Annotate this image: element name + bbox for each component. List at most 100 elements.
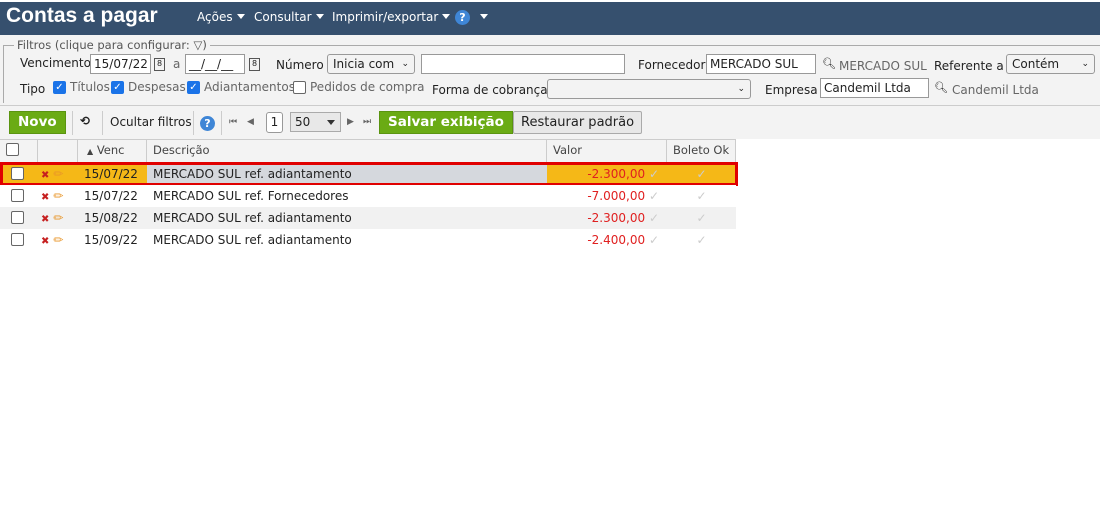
select-all-checkbox[interactable] [6, 143, 19, 156]
funnel-icon[interactable]: ▽ [193, 38, 202, 52]
header-descricao[interactable]: Descrição [147, 139, 547, 162]
chevron-down-icon: ⌄ [401, 59, 409, 69]
descricao-cell: MERCADO SUL ref. adiantamento [153, 233, 352, 247]
help-icon: ? [455, 10, 470, 25]
header-boleto[interactable]: Boleto Ok [667, 139, 736, 162]
menu-consultar[interactable]: Consultar [254, 10, 324, 24]
pedidos-checkbox[interactable] [293, 81, 306, 94]
divider [221, 111, 222, 135]
page-input[interactable]: 1 [266, 112, 283, 133]
help-icon[interactable]: ? [200, 116, 215, 131]
row-checkbox-cell [0, 185, 38, 207]
first-page-icon[interactable]: ⏮ [229, 117, 237, 127]
header-actions [38, 139, 78, 162]
vencimento-to-input[interactable]: __/__/__ [185, 54, 245, 74]
select-value: Contém [1012, 57, 1060, 71]
check-icon: ✓ [696, 211, 707, 225]
refresh-icon[interactable]: ⟲ [80, 114, 90, 128]
sort-asc-icon: ▲ [87, 147, 94, 156]
valor-cell: -2.300,00 ✓ [547, 207, 667, 229]
calendar-icon[interactable]: 8 [249, 58, 260, 71]
divider [193, 111, 194, 135]
check-icon: ✓ [696, 189, 707, 203]
caret-down-icon [236, 14, 245, 19]
filters-legend[interactable]: Filtros (clique para configurar: ▽) [14, 38, 210, 52]
titulos-label: Títulos [70, 80, 110, 94]
tipo-label: Tipo [20, 82, 46, 96]
boleto-cell[interactable]: ✓ [667, 207, 736, 229]
legend-end: ) [202, 38, 207, 52]
delete-icon[interactable]: ✖ [41, 214, 49, 225]
search-icon[interactable]: 🔍︎ [934, 81, 948, 94]
restaurar-padrao-button[interactable]: Restaurar padrão [513, 111, 643, 134]
delete-icon[interactable]: ✖ [41, 192, 49, 203]
last-page-icon[interactable]: ⏭ [363, 117, 371, 127]
numero-mode-select[interactable]: Inicia com ⌄ [327, 54, 415, 74]
edit-pencil-icon[interactable]: ✏ [53, 233, 63, 247]
a-label: a [173, 57, 181, 71]
check-icon: ✓ [696, 233, 707, 247]
table-row[interactable]: ✖ ✏ 15/09/22 MERCADO SUL ref. adiantamen… [0, 229, 736, 251]
adiantamentos-label: Adiantamentos [204, 80, 295, 94]
next-page-icon[interactable]: ▶ [347, 117, 354, 127]
row-actions: ✖ ✏ [38, 207, 78, 229]
help-menu[interactable]: ? [455, 10, 488, 25]
fornecedor-input[interactable]: MERCADO SUL [706, 54, 816, 74]
valor-cell: -7.000,00 ✓ [547, 185, 667, 207]
novo-button[interactable]: Novo [9, 111, 66, 134]
selection-highlight [0, 162, 738, 186]
caret-down-icon [442, 14, 451, 19]
edit-pencil-icon[interactable]: ✏ [53, 189, 63, 203]
header-valor[interactable]: Valor [547, 139, 667, 162]
divider [102, 111, 103, 135]
row-checkbox[interactable] [11, 211, 24, 224]
menu-label: Ações [197, 10, 233, 24]
page-size-select[interactable]: 50 [290, 112, 341, 132]
numero-label: Número [276, 58, 324, 72]
vencimento-label: Vencimento [20, 56, 91, 70]
boleto-cell[interactable]: ✓ [667, 185, 736, 207]
edit-pencil-icon[interactable]: ✏ [53, 211, 63, 225]
boleto-cell[interactable]: ✓ [667, 229, 736, 251]
caret-down-icon [315, 14, 324, 19]
row-actions: ✖ ✏ [38, 229, 78, 251]
menu-label: Imprimir/exportar [332, 10, 439, 24]
delete-icon[interactable]: ✖ [41, 236, 49, 247]
numero-input[interactable] [421, 54, 625, 74]
menu-imprimir-exportar[interactable]: Imprimir/exportar [332, 10, 451, 24]
table-row[interactable]: ✖ ✏ 15/08/22 MERCADO SUL ref. adiantamen… [0, 207, 736, 229]
titulos-checkbox[interactable]: ✓ [53, 81, 66, 94]
salvar-exibicao-button[interactable]: Salvar exibição [379, 111, 513, 134]
row-checkbox-cell [0, 229, 38, 251]
menu-label: Consultar [254, 10, 312, 24]
row-checkbox-cell [0, 207, 38, 229]
prev-page-icon[interactable]: ◀ [247, 117, 254, 127]
referente-select[interactable]: Contém ⌄ [1006, 54, 1095, 74]
check-icon: ✓ [648, 189, 659, 203]
venc-cell: 15/08/22 [78, 207, 147, 229]
forma-select[interactable]: ⌄ [547, 79, 751, 99]
valor-value: -2.300,00 [587, 211, 646, 225]
valor-value: -2.400,00 [587, 233, 646, 247]
vencimento-from-input[interactable]: 15/07/22 [90, 54, 151, 74]
header-select-all[interactable] [0, 139, 38, 162]
adiantamentos-checkbox[interactable]: ✓ [187, 81, 200, 94]
venc-cell: 15/07/22 [78, 185, 147, 207]
despesas-checkbox[interactable]: ✓ [111, 81, 124, 94]
row-actions: ✖ ✏ [38, 185, 78, 207]
row-checkbox[interactable] [11, 233, 24, 246]
menu-acoes[interactable]: Ações [197, 10, 245, 24]
check-icon: ✓ [648, 211, 659, 225]
row-checkbox[interactable] [11, 189, 24, 202]
pedidos-label: Pedidos de compra [310, 80, 425, 94]
venc-cell: 15/09/22 [78, 229, 147, 251]
search-icon[interactable]: 🔍︎ [822, 57, 836, 70]
select-value: Inicia com [333, 57, 395, 71]
calendar-icon[interactable]: 8 [154, 58, 165, 71]
header-venc[interactable]: ▲ Venc [78, 139, 147, 162]
chevron-down-icon: ⌄ [1081, 59, 1089, 69]
table-row[interactable]: ✖ ✏ 15/07/22 MERCADO SUL ref. Fornecedor… [0, 185, 736, 207]
fornecedor-label: Fornecedor [638, 58, 706, 72]
ocultar-filtros-button[interactable]: Ocultar filtros [110, 115, 192, 129]
empresa-input[interactable]: Candemil Ltda [820, 78, 929, 98]
